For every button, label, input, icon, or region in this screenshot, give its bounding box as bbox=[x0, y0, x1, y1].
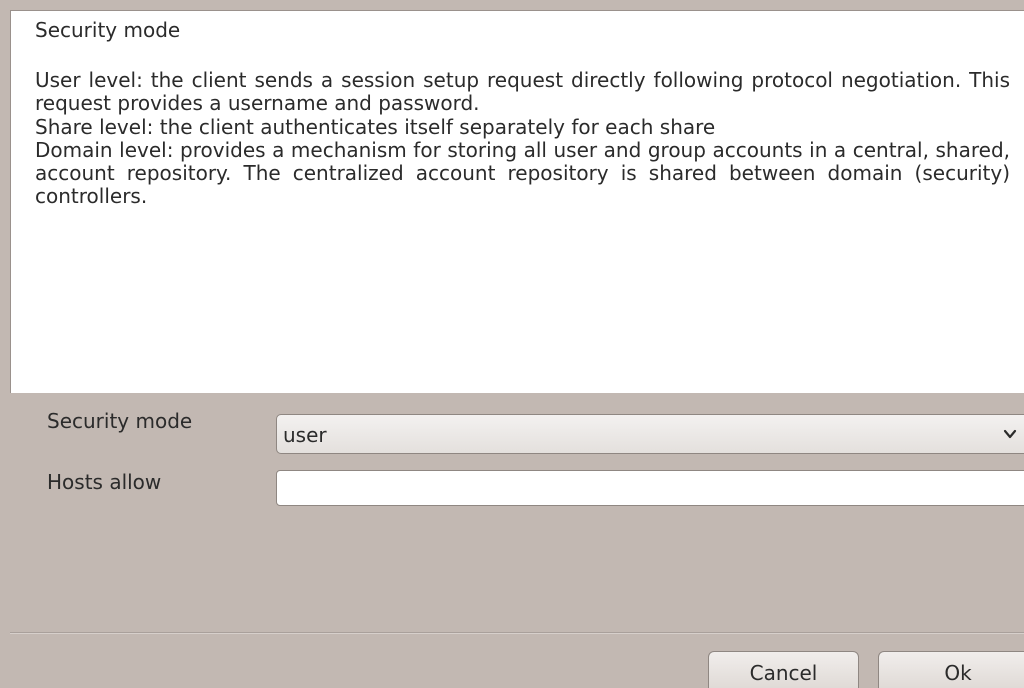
help-text: User level: the client sends a session s… bbox=[35, 68, 1010, 209]
help-title: Security mode bbox=[35, 18, 181, 42]
samba-security-dialog: Security mode User level: the client sen… bbox=[0, 0, 1024, 688]
button-separator bbox=[10, 632, 1024, 634]
security-mode-label: Security mode bbox=[47, 409, 193, 433]
help-line-user-level: User level: the client sends a session s… bbox=[35, 68, 1010, 116]
security-mode-value: user bbox=[283, 423, 327, 447]
help-panel: Security mode User level: the client sen… bbox=[10, 10, 1024, 393]
help-line-share-level: Share level: the client authenticates it… bbox=[35, 114, 716, 139]
hosts-allow-label: Hosts allow bbox=[47, 470, 162, 494]
security-mode-select[interactable]: user bbox=[276, 414, 1024, 454]
help-line-domain-level: Domain level: provides a mechanism for s… bbox=[35, 137, 1010, 209]
chevron-down-icon bbox=[1003, 429, 1017, 439]
ok-button[interactable]: Ok bbox=[878, 651, 1024, 688]
cancel-button[interactable]: Cancel bbox=[708, 651, 859, 688]
hosts-allow-input[interactable] bbox=[276, 470, 1024, 506]
